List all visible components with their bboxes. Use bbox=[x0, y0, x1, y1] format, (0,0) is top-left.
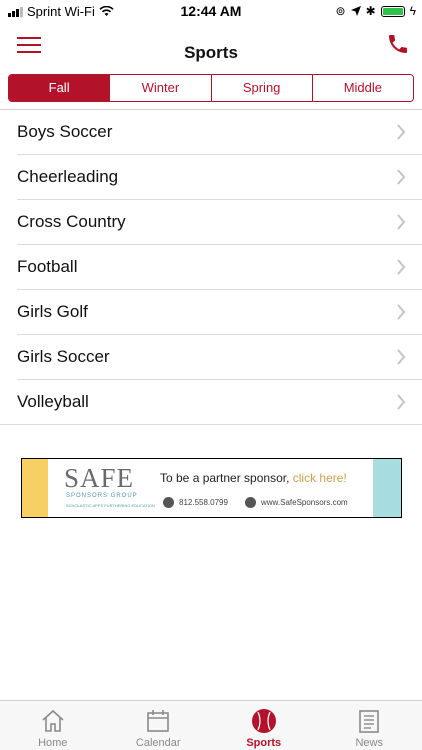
banner-body: SAFE SPONSORS GROUP SCHOLASTIC APPS FURT… bbox=[48, 459, 373, 517]
sponsor-banner[interactable]: SAFE SPONSORS GROUP SCHOLASTIC APPS FURT… bbox=[21, 458, 402, 518]
list-item-label: Football bbox=[17, 257, 78, 276]
charging-icon: ϟ bbox=[409, 4, 416, 18]
tab-calendar[interactable]: Calendar bbox=[106, 701, 212, 750]
chevron-right-icon bbox=[397, 259, 406, 275]
chevron-right-icon bbox=[397, 349, 406, 365]
sport-item-girls-soccer[interactable]: Girls Soccer bbox=[0, 335, 422, 380]
status-right: ⊚ ✱ ϟ bbox=[336, 4, 416, 18]
sports-list: Boys Soccer Cheerleading Cross Country F… bbox=[0, 109, 422, 425]
calendar-icon bbox=[147, 710, 170, 732]
list-item-label: Girls Golf bbox=[17, 302, 88, 321]
nav-header: Sports bbox=[0, 22, 422, 70]
tab-news[interactable]: News bbox=[317, 701, 422, 750]
tab-label: News bbox=[355, 737, 383, 749]
home-icon bbox=[42, 709, 64, 732]
chevron-right-icon bbox=[397, 304, 406, 320]
list-item-label: Volleyball bbox=[17, 392, 89, 411]
segment-middle[interactable]: Middle bbox=[311, 75, 413, 101]
news-icon bbox=[359, 710, 380, 733]
banner-website: www.SafeSponsors.com bbox=[245, 497, 348, 508]
banner-phone-number: 812.558.0799 bbox=[179, 498, 228, 507]
tab-label: Home bbox=[38, 737, 68, 749]
banner-link[interactable]: click here! bbox=[293, 471, 347, 485]
list-item-label: Boys Soccer bbox=[17, 122, 113, 141]
banner-text: To be a partner sponsor, bbox=[160, 471, 290, 485]
chevron-right-icon bbox=[397, 394, 406, 410]
tab-bar: Home Calendar Sports News bbox=[0, 700, 422, 750]
status-bar: Sprint Wi-Fi 12:44 AM ⊚ ✱ ϟ bbox=[0, 0, 422, 22]
sponsor-logo: SAFE bbox=[64, 463, 135, 493]
sport-item-girls-golf[interactable]: Girls Golf bbox=[0, 290, 422, 335]
phone-circle-icon bbox=[163, 497, 174, 508]
season-segmented-control: Fall Winter Spring Middle bbox=[8, 74, 414, 102]
battery-icon bbox=[380, 5, 405, 17]
banner-stripe-right bbox=[373, 459, 401, 517]
phone-icon[interactable] bbox=[386, 32, 410, 56]
segment-fall[interactable]: Fall bbox=[9, 75, 110, 101]
sport-item-football[interactable]: Football bbox=[0, 245, 422, 290]
segment-winter[interactable]: Winter bbox=[109, 75, 211, 101]
battery-fill bbox=[382, 7, 403, 15]
chevron-right-icon bbox=[397, 124, 406, 140]
sport-item-cross-country[interactable]: Cross Country bbox=[0, 200, 422, 245]
list-item-label: Girls Soccer bbox=[17, 347, 110, 366]
list-item-label: Cheerleading bbox=[17, 167, 119, 186]
bluetooth-icon: ✱ bbox=[365, 4, 376, 18]
sponsor-logo-subtitle: SPONSORS GROUP bbox=[66, 493, 138, 499]
segment-spring[interactable]: Spring bbox=[210, 75, 312, 101]
sport-item-boys-soccer[interactable]: Boys Soccer bbox=[0, 110, 422, 155]
rotation-lock-icon: ⊚ bbox=[335, 4, 346, 18]
tab-home[interactable]: Home bbox=[0, 701, 106, 750]
page-title: Sports bbox=[184, 43, 238, 62]
banner-website-url: www.SafeSponsors.com bbox=[261, 498, 348, 507]
tab-label: Sports bbox=[246, 737, 282, 749]
list-item-label: Cross Country bbox=[17, 212, 126, 231]
banner-stripe-left bbox=[22, 459, 48, 517]
chevron-right-icon bbox=[397, 169, 406, 185]
chevron-right-icon bbox=[397, 214, 406, 230]
sport-item-cheerleading[interactable]: Cheerleading bbox=[0, 155, 422, 200]
globe-circle-icon bbox=[245, 497, 256, 508]
location-arrow-icon bbox=[350, 6, 361, 16]
tab-label: Calendar bbox=[135, 737, 181, 749]
banner-phone: 812.558.0799 bbox=[163, 497, 228, 508]
sponsor-logo-tagline: SCHOLASTIC APPS FURTHERING EDUCATION bbox=[66, 503, 155, 508]
sport-item-volleyball[interactable]: Volleyball bbox=[0, 380, 422, 425]
tab-sports[interactable]: Sports bbox=[211, 701, 317, 750]
baseball-icon bbox=[251, 709, 276, 733]
banner-headline: To be a partner sponsor, click here! bbox=[160, 471, 347, 485]
